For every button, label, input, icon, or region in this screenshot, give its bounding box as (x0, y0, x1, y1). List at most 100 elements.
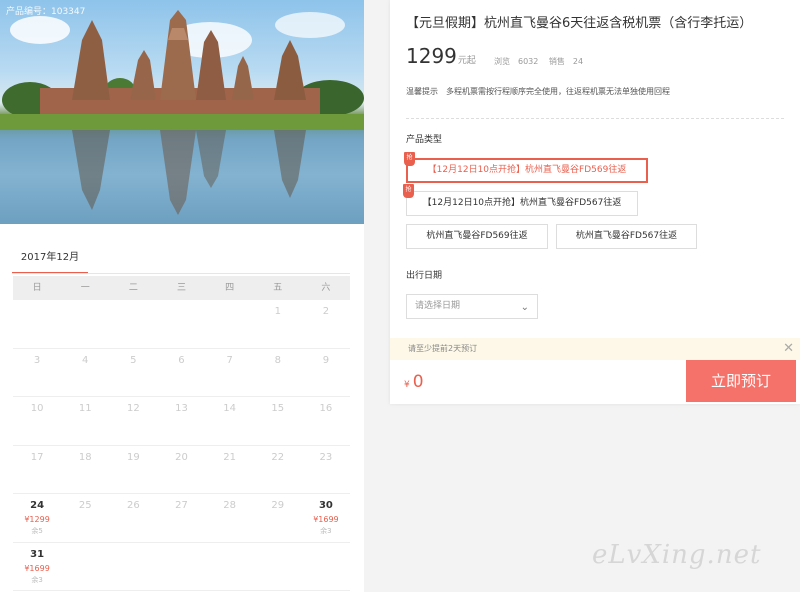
date-select-placeholder: 请选择日期 (415, 301, 461, 311)
day-price: ¥1699 (313, 515, 339, 524)
calendar-day: 22 (254, 446, 302, 494)
month-tab[interactable]: 2017年12月 (12, 248, 88, 274)
calendar-day: 18 (61, 446, 109, 494)
day-number: 12 (126, 403, 140, 414)
price-value: 1299 (406, 44, 457, 68)
flash-sale-badge-icon: 抢 (403, 184, 414, 198)
day-number: 23 (319, 451, 333, 463)
day-number: 25 (78, 500, 92, 511)
calendar-day: 19 (109, 446, 157, 494)
product-title: 【元旦假期】杭州直飞曼谷6天往返含税机票（含行李托运） (406, 16, 753, 31)
weekday-sat: 六 (321, 283, 331, 293)
calendar-day: 7 (206, 349, 254, 397)
calendar-empty-cell (61, 543, 109, 591)
day-price: ¥1699 (24, 563, 50, 573)
calendar-day[interactable]: 31 ¥1699 余3 (13, 543, 61, 591)
calendar-day: 12 (109, 397, 157, 445)
day-number: 11 (78, 403, 92, 414)
calendar-empty-cell (206, 300, 254, 348)
calendar-day[interactable]: 30 ¥1699 余3 (302, 494, 350, 542)
weekday-header: 日 一 二 三 四 五 六 (13, 276, 350, 300)
product-stats: 浏览 6032 销售 24 (494, 56, 591, 67)
calendar-empty-cell (302, 543, 350, 591)
day-number: 26 (126, 500, 140, 511)
views-label: 浏览 (494, 57, 510, 66)
reminder: 温馨提示 多程机票需按行程顺序完全使用，往返程机票无法单独使用回程 (406, 86, 670, 97)
order-total: ¥0 (404, 372, 424, 392)
day-number: 28 (223, 500, 236, 511)
type-option-label: 【12月12日10点开抢】杭州直飞曼谷FD569往返 (427, 165, 627, 175)
day-number: 16 (319, 403, 333, 414)
day-number: 10 (30, 403, 44, 414)
type-option-fd569-flash[interactable]: 抢 【12月12日10点开抢】杭州直飞曼谷FD569往返 (404, 152, 648, 183)
close-icon[interactable]: ✕ (783, 338, 794, 360)
day-number: 22 (271, 451, 285, 463)
calendar-day: 16 (302, 397, 350, 445)
calendar-day: 8 (254, 349, 302, 397)
calendar-empty-cell (109, 300, 157, 348)
notice-text: 请至少提前2天预订 (408, 344, 478, 353)
calendar-empty-cell (61, 300, 109, 348)
day-number: 29 (271, 500, 285, 511)
calendar-empty-cell (13, 300, 61, 348)
weekday-wed: 三 (176, 283, 186, 293)
day-number: 24 (30, 500, 45, 511)
day-number: 13 (175, 403, 188, 414)
calendar-divider (12, 273, 350, 274)
calendar-day: 23 (302, 446, 350, 494)
type-option-fd567-flash[interactable]: 抢 【12月12日10点开抢】杭州直飞曼谷FD567往返 (403, 184, 638, 216)
calendar-grid: 1 2 3 4 5 6 7 8 9 10 11 12 13 14 15 16 17 18 19 20 21 22 23 24 ¥… (13, 300, 350, 591)
day-number: 20 (175, 451, 188, 463)
calendar-day: 15 (254, 397, 302, 445)
day-price: ¥1299 (24, 515, 50, 524)
weekday-tue: 二 (128, 283, 138, 293)
calendar-empty-cell (157, 300, 205, 348)
booking-panel: 【元旦假期】杭州直飞曼谷6天往返含税机票（含行李托运） 1299元起 浏览 603… (390, 0, 800, 404)
calendar-day: 11 (61, 397, 109, 445)
weekday-thu: 四 (225, 283, 235, 293)
sales-label: 销售 (548, 57, 565, 66)
price-unit: 元起 (457, 56, 476, 66)
calendar-day: 26 (109, 494, 157, 542)
day-number: 19 (126, 451, 140, 463)
reminder-label: 温馨提示 (406, 87, 438, 96)
weekday-sun: 日 (32, 283, 42, 293)
day-number: 8 (274, 354, 281, 366)
product-type-label: 产品类型 (406, 135, 443, 145)
watermark: eLvXing.net (592, 540, 762, 570)
calendar-day: 28 (206, 494, 254, 542)
date-select[interactable]: 请选择日期 ⌄ (406, 294, 538, 319)
calendar-day: 21 (206, 446, 254, 494)
weekday-fri: 五 (273, 283, 283, 293)
calendar-week-row: 12 (13, 300, 350, 349)
calendar-empty-cell (157, 543, 205, 591)
calendar-day[interactable]: 24 ¥1299 余5 (13, 494, 61, 542)
calendar-empty-cell (254, 543, 302, 591)
left-panel: 产品编号：103347 2017年12月 日 一 二 三 四 五 六 12345… (0, 0, 364, 592)
day-number: 31 (30, 548, 45, 560)
calendar-day: 6 (157, 349, 205, 397)
type-option-fd567[interactable]: 杭州直飞曼谷FD567往返 (556, 224, 697, 249)
day-number: 21 (223, 451, 236, 463)
day-stock: 余3 (320, 527, 332, 535)
calendar-day: 3 (13, 349, 61, 397)
price-calendar: 2017年12月 日 一 二 三 四 五 六 1 2 3 4 5 6 7 8 9 10 11 12 13… (0, 236, 364, 592)
calendar-week-row: 31 ¥1699 余3 (13, 543, 350, 591)
calendar-day: 10 (13, 397, 61, 445)
travel-date-label: 出行日期 (406, 271, 443, 281)
calendar-day: 2 (302, 300, 350, 348)
chevron-down-icon: ⌄ (520, 302, 529, 313)
dashed-divider (406, 118, 784, 119)
calendar-week-row: 3 4 5 6 7 8 9 (13, 349, 350, 397)
day-number: 15 (271, 403, 285, 414)
calendar-empty-cell (109, 543, 157, 591)
day-number: 30 (318, 500, 333, 511)
product-number: 产品编号：103347 (6, 7, 86, 17)
type-option-fd569[interactable]: 杭州直飞曼谷FD569往返 (406, 224, 548, 249)
calendar-day: 17 (13, 446, 61, 494)
book-now-button[interactable]: 立即预订 (686, 360, 796, 402)
day-stock: 余3 (31, 575, 43, 584)
weekday-mon: 一 (80, 283, 90, 293)
day-number: 27 (175, 500, 188, 511)
order-bar: ¥0 立即预订 (390, 360, 800, 404)
